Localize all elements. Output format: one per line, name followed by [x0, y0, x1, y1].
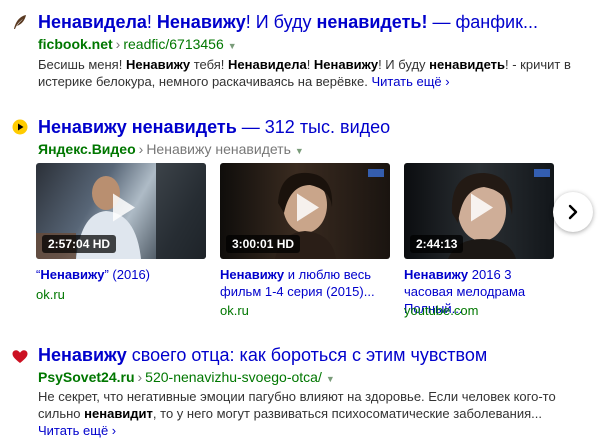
result-snippet: Не секрет, что негативные эмоции пагубно…	[38, 388, 586, 439]
video-thumbnail-1[interactable]: 2:57:04 HD	[36, 163, 206, 259]
breadcrumb-separator: ›	[137, 369, 143, 385]
video-thumbnail-2[interactable]: 3:00:01 HD	[220, 163, 390, 259]
result-url-line: Яндекс.Видео › Ненавижу ненавидеть ▼	[38, 141, 304, 160]
result-domain-link[interactable]: ficbook.net	[38, 36, 113, 52]
carousel-next-button[interactable]	[553, 192, 593, 232]
snippet-text: Бесишь меня! Ненавижу тебя! Ненавидела! …	[38, 57, 571, 89]
read-more-link[interactable]: Читать ещё ›	[371, 74, 449, 89]
breadcrumb-separator: ›	[115, 36, 121, 52]
result-title-link[interactable]: Ненавидела! Ненавижу! И буду ненавидеть!…	[38, 11, 538, 33]
chevron-right-icon	[565, 204, 581, 220]
video-duration-badge: 3:00:01 HD	[226, 235, 301, 253]
video-duration-badge: 2:44:13	[410, 235, 464, 253]
result-path-link[interactable]: Ненавижу ненавидеть	[146, 141, 291, 157]
snippet-text: Не секрет, что негативные эмоции пагубно…	[38, 389, 556, 421]
heart-icon	[12, 349, 28, 365]
video-source[interactable]: ok.ru	[220, 303, 249, 319]
quill-feather-icon	[12, 14, 28, 30]
result-url-line: PsySovet24.ru › 520-nenavizhu-svoego-otca/…	[38, 369, 335, 388]
video-source[interactable]: youtube.com	[404, 303, 478, 319]
play-icon	[99, 185, 143, 229]
breadcrumb-separator: ›	[138, 141, 144, 157]
result-title-link[interactable]: Ненавижу ненавидеть — 312 тыс. видео	[38, 116, 390, 138]
result-domain-link[interactable]: PsySovet24.ru	[38, 369, 135, 385]
video-thumbnail-3[interactable]: 2:44:13	[404, 163, 554, 259]
video-title-link[interactable]: Ненавижу и люблю весь фильм 1-4 серия (2…	[220, 266, 392, 300]
play-circle-icon	[12, 119, 28, 135]
play-icon	[283, 185, 327, 229]
result-path-link[interactable]: 520-nenavizhu-svoego-otca/	[145, 369, 322, 385]
url-menu-triangle-icon[interactable]: ▼	[228, 41, 237, 51]
result-title-link[interactable]: Ненавижу своего отца: как бороться с эти…	[38, 344, 487, 366]
url-menu-triangle-icon[interactable]: ▼	[295, 146, 304, 156]
play-icon	[457, 185, 501, 229]
read-more-link[interactable]: Читать ещё ›	[38, 423, 116, 438]
result-path-link[interactable]: readfic/6713456	[123, 36, 223, 52]
result-snippet: Бесишь меня! Ненавижу тебя! Ненавидела! …	[38, 56, 586, 90]
video-title-link[interactable]: “Ненавижу” (2016)	[36, 266, 208, 283]
video-source[interactable]: ok.ru	[36, 287, 65, 303]
result-domain-link[interactable]: Яндекс.Видео	[38, 141, 136, 157]
url-menu-triangle-icon[interactable]: ▼	[326, 374, 335, 384]
result-url-line: ficbook.net › readfic/6713456 ▼	[38, 36, 237, 55]
video-duration-badge: 2:57:04 HD	[42, 235, 117, 253]
